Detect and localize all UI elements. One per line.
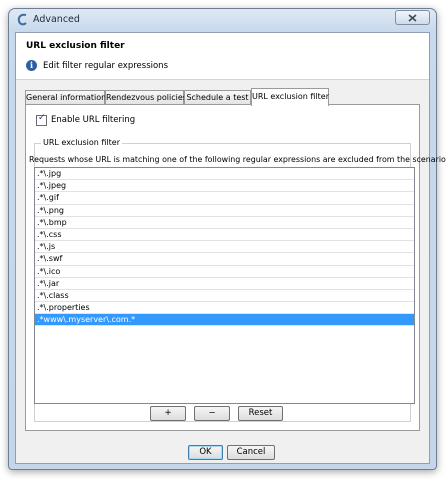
enable-url-filtering-checkbox[interactable]: ✓	[36, 113, 47, 126]
pattern-list-item[interactable]: .*\.gif	[35, 192, 414, 205]
window-title: Advanced	[33, 14, 80, 25]
app-logo-icon	[17, 13, 27, 26]
close-icon	[408, 13, 417, 22]
tab-general-information[interactable]: General information	[25, 90, 106, 105]
pattern-list-item[interactable]: .*\.bmp	[35, 217, 414, 229]
pattern-list-item[interactable]: .*\.jpg	[35, 168, 414, 181]
pattern-list[interactable]: .*\.jpg .*\.jpeg .*\.gif .*\.png .*\.bmp .*\.…	[34, 167, 415, 404]
checkmark-icon: ✓	[38, 113, 46, 123]
url-exclusion-tab-panel: ✓ Enable URL filtering URL exclusion fil…	[25, 104, 446, 431]
dialog-client-area: URL exclusion filter i Edit filter regul…	[15, 32, 446, 464]
cancel-button[interactable]: Cancel	[227, 445, 275, 460]
tab-rendezvous-policies[interactable]: Rendezvous policies	[105, 90, 187, 105]
pattern-list-item[interactable]: .*\.properties	[35, 302, 414, 315]
pattern-list-item[interactable]: .*\.jar	[35, 278, 414, 290]
pattern-list-item[interactable]: .*\.css	[35, 229, 414, 242]
add-pattern-button[interactable]: +	[150, 406, 186, 421]
enable-url-filtering-label[interactable]: Enable URL filtering	[51, 115, 135, 125]
remove-pattern-button[interactable]: −	[194, 406, 230, 421]
filter-description: Requests whose URL is matching one of th…	[29, 155, 446, 164]
pattern-list-item[interactable]: .*\.jpeg	[35, 180, 414, 193]
pattern-list-item[interactable]: .*www\.myserver\.com.*	[35, 314, 414, 327]
info-icon: i	[26, 60, 37, 71]
pattern-list-item[interactable]: .*\.ico	[35, 266, 414, 278]
url-exclusion-group: URL exclusion filter Requests whose URL …	[29, 138, 446, 422]
pattern-list-item[interactable]: .*\.png	[35, 205, 414, 217]
tab-schedule-a-test[interactable]: Schedule a test	[184, 90, 251, 105]
dialog-header: URL exclusion filter i Edit filter regul…	[16, 33, 429, 80]
header-title: URL exclusion filter	[26, 41, 125, 51]
ok-button[interactable]: OK	[188, 445, 223, 460]
pattern-list-item[interactable]: .*\.js	[35, 241, 414, 254]
pattern-list-item[interactable]: .*\.class	[35, 290, 414, 303]
reset-button[interactable]: Reset	[238, 406, 283, 421]
group-title: URL exclusion filter	[41, 138, 122, 147]
title-bar[interactable]: Advanced	[9, 9, 436, 32]
header-subtitle: Edit filter regular expressions	[43, 61, 169, 71]
pattern-list-item[interactable]: .*\.swf	[35, 253, 414, 266]
advanced-dialog: Advanced URL exclusion filter i Edit fil…	[8, 8, 446, 470]
tab-url-exclusion-filter[interactable]: URL exclusion filter	[251, 88, 329, 106]
close-button[interactable]	[395, 10, 430, 25]
